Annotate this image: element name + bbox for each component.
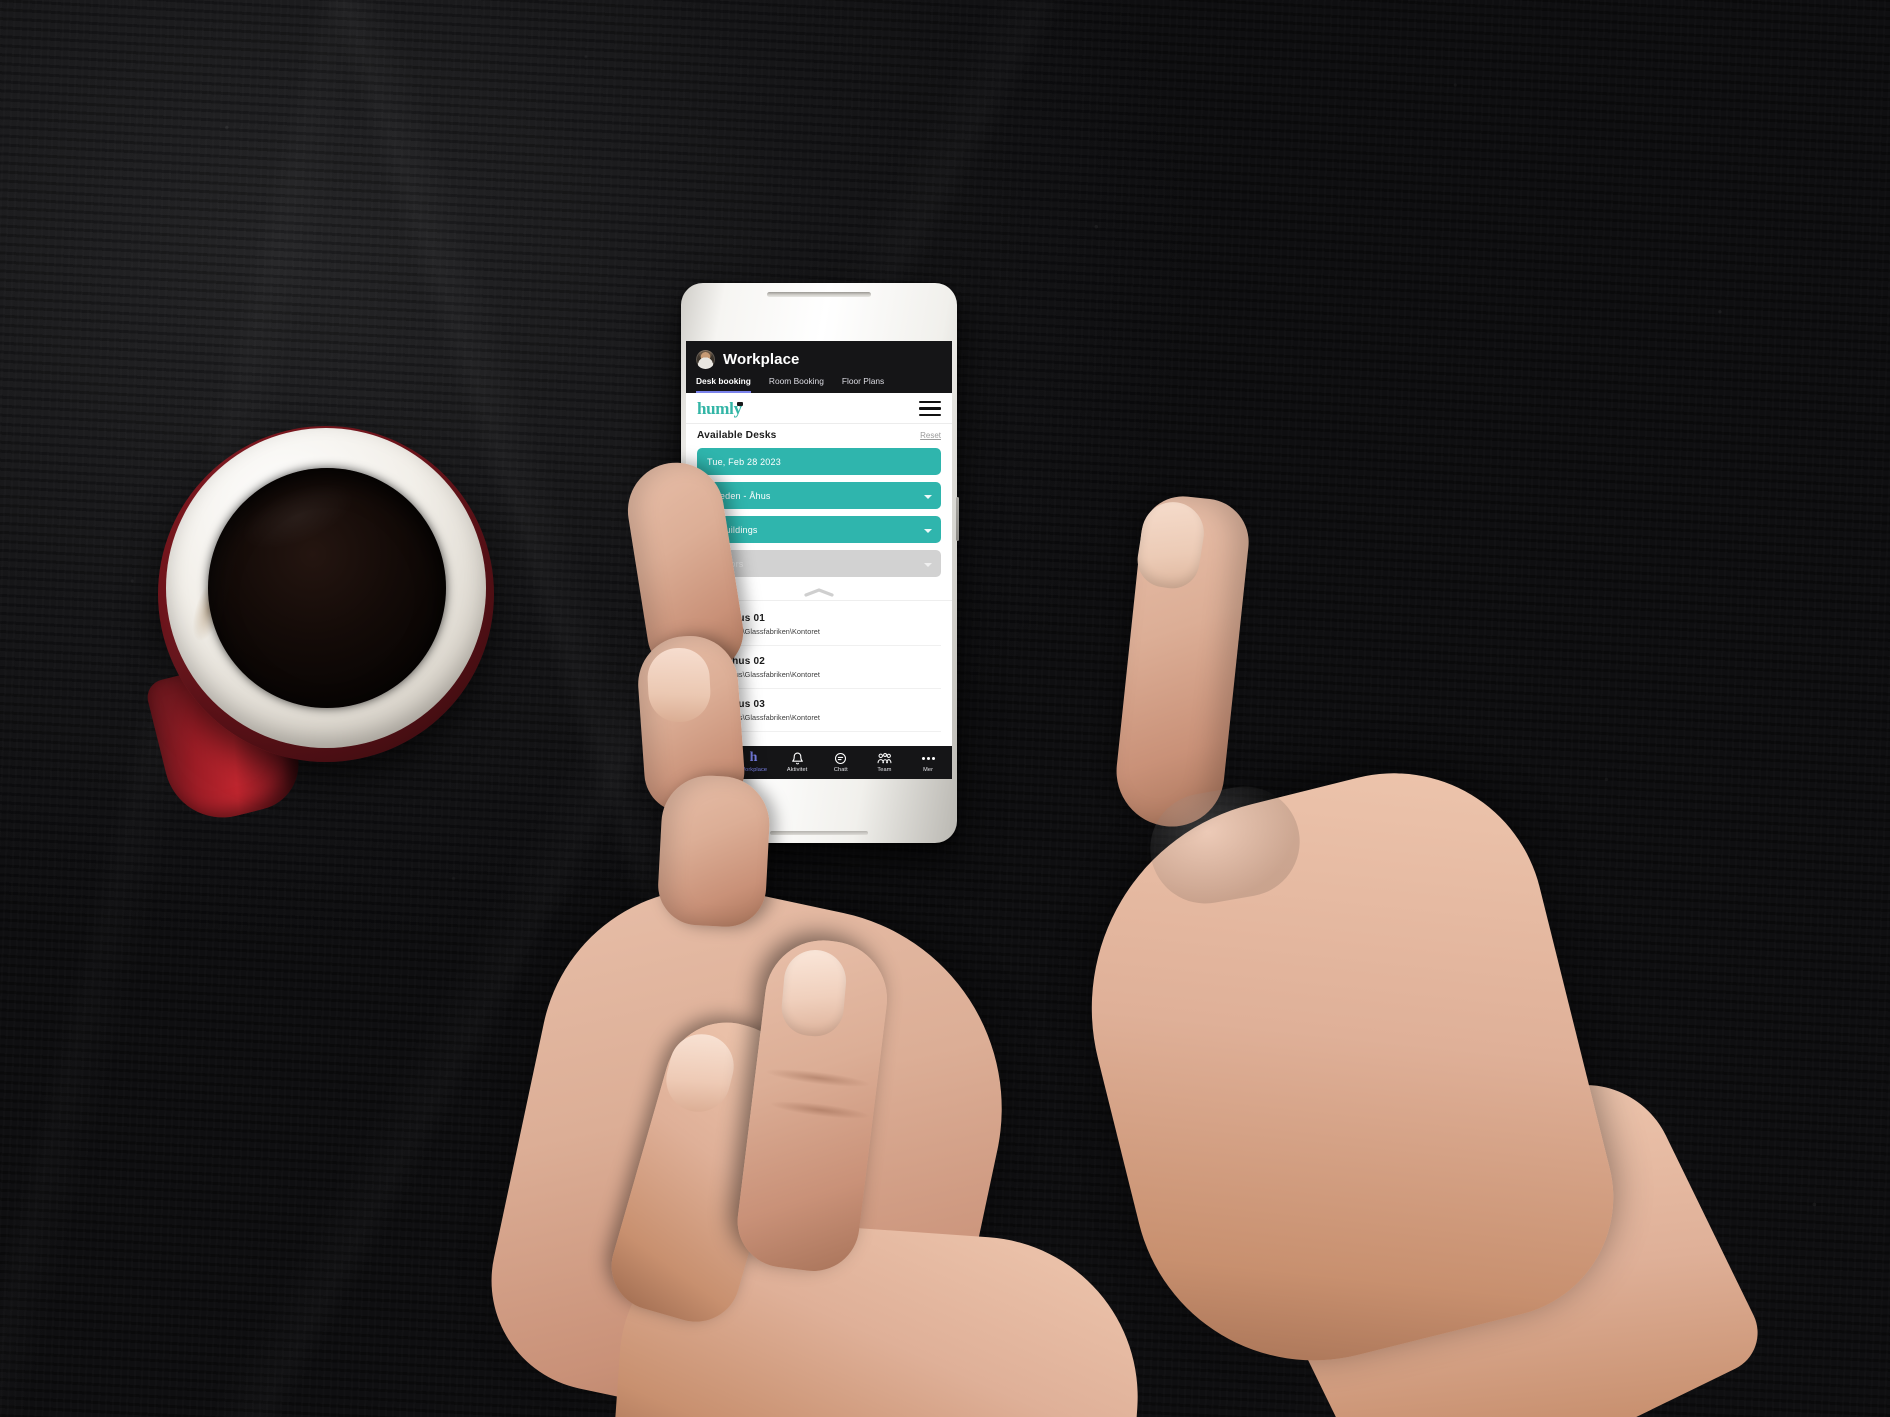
filter-header: Available Desks Reset	[697, 430, 941, 441]
right-hand-knuckle	[1141, 777, 1309, 913]
desk-path: Sweden\Åhus\Glassfabriken\Kontoret	[697, 670, 820, 679]
tab-floor-plans[interactable]: Floor Plans	[842, 376, 884, 393]
finger-crease	[765, 1065, 871, 1091]
desk-name: Desk Åhus 01	[697, 613, 765, 624]
bottom-navigation: h Workplace h Workplace Aktivitet Chatt …	[686, 746, 952, 779]
chevron-down-icon	[924, 528, 932, 533]
hamburger-icon[interactable]	[919, 401, 941, 416]
date-filter[interactable]: Tue, Feb 28 2023	[697, 448, 941, 475]
scene-background: Workplace Desk booking Room Booking Floo…	[0, 0, 1890, 1417]
pointing-index-finger	[732, 933, 894, 1277]
floor-filter[interactable]: All floors	[697, 550, 941, 577]
app-tabs: Desk booking Room Booking Floor Plans	[696, 376, 942, 393]
chevron-down-icon	[924, 494, 932, 499]
avatar[interactable]	[696, 350, 715, 369]
collapse-filters-handle[interactable]	[686, 584, 952, 600]
left-hand-palm	[471, 856, 1039, 1417]
phone-side-button[interactable]	[956, 497, 959, 541]
nav-label: Chatt	[833, 767, 848, 773]
reset-link[interactable]: Reset	[920, 431, 941, 440]
finger-crease	[769, 1097, 871, 1123]
desk-path: Sweden\Åhus\Glassfabriken\Kontoret	[697, 627, 820, 636]
pointing-middle-finger	[601, 1007, 809, 1333]
list-item[interactable]: Desk Åhus 01 Sweden\Åhus\Glassfabriken\K…	[697, 601, 941, 646]
right-thumb-nail	[1133, 497, 1209, 593]
app-title-row: Workplace	[696, 350, 942, 369]
location-filter[interactable]: Sweden - Åhus	[697, 482, 941, 509]
desk-path: Sweden\Åhus\Glassfabriken\Kontoret	[697, 713, 820, 722]
desk-name: Desk Åhus 02	[697, 656, 765, 667]
ellipsis-icon	[921, 751, 935, 765]
smartphone: Workplace Desk booking Room Booking Floo…	[681, 283, 959, 843]
location-filter-value: Sweden - Åhus	[707, 490, 771, 501]
humly-h-icon: h	[705, 750, 714, 765]
phone-screen: Workplace Desk booking Room Booking Floo…	[686, 341, 952, 779]
page-title: Workplace	[723, 351, 800, 368]
humly-h-icon: h	[749, 750, 758, 765]
app-header: Workplace Desk booking Room Booking Floo…	[686, 341, 952, 393]
nav-label: Team	[877, 767, 892, 773]
nav-label: Workplace	[696, 767, 724, 773]
building-filter-value: All buildings	[707, 524, 758, 535]
left-wrist	[611, 1212, 1149, 1417]
nav-item-aktivitet[interactable]: Aktivitet	[776, 751, 818, 773]
pointing-middle-finger-nail	[659, 1027, 741, 1119]
nav-item-workplace-active[interactable]: h Workplace	[732, 750, 774, 774]
nav-label: Aktivitet	[786, 767, 808, 773]
nav-item-workplace[interactable]: h Workplace	[689, 750, 731, 774]
filter-panel: Available Desks Reset Tue, Feb 28 2023 S…	[686, 424, 952, 584]
right-thumb	[1111, 492, 1253, 832]
chat-bubble-icon	[834, 751, 847, 765]
chevron-down-icon	[924, 562, 932, 567]
pointing-index-finger-nail	[779, 947, 849, 1039]
bell-icon	[791, 751, 804, 765]
coffee-mug	[143, 398, 570, 878]
humly-logo-text: humly	[697, 399, 742, 418]
nav-label: Mer	[923, 767, 934, 773]
right-wrist	[1248, 1054, 1772, 1417]
chevron-up-icon	[804, 587, 834, 597]
floor-filter-value: All floors	[707, 558, 744, 569]
list-item[interactable]: Desk Åhus 02 Sweden\Åhus\Glassfabriken\K…	[697, 646, 941, 689]
desk-name: Desk Åhus 03	[697, 699, 765, 710]
right-hand-palm	[1047, 741, 1639, 1399]
brand-bar: humly	[686, 393, 952, 424]
tab-desk-booking[interactable]: Desk booking	[696, 376, 751, 393]
date-filter-value: Tue, Feb 28 2023	[707, 456, 781, 467]
nav-item-chatt[interactable]: Chatt	[820, 751, 862, 773]
nav-item-mer[interactable]: Mer	[907, 751, 949, 773]
humly-logo-mark	[736, 402, 743, 406]
people-icon	[877, 751, 892, 765]
list-item[interactable]: Desk Åhus 03 Sweden\Åhus\Glassfabriken\K…	[697, 689, 941, 732]
nav-item-team[interactable]: Team	[863, 751, 905, 773]
building-filter[interactable]: All buildings	[697, 516, 941, 543]
nav-label: Workplace	[739, 767, 768, 773]
phone-earpiece-speaker	[767, 292, 871, 297]
desk-list[interactable]: Desk Åhus 01 Sweden\Åhus\Glassfabriken\K…	[686, 600, 952, 746]
humly-logo[interactable]: humly	[697, 399, 743, 418]
tab-room-booking[interactable]: Room Booking	[769, 376, 824, 393]
section-title: Available Desks	[697, 430, 777, 441]
phone-bottom-slot	[770, 831, 868, 835]
